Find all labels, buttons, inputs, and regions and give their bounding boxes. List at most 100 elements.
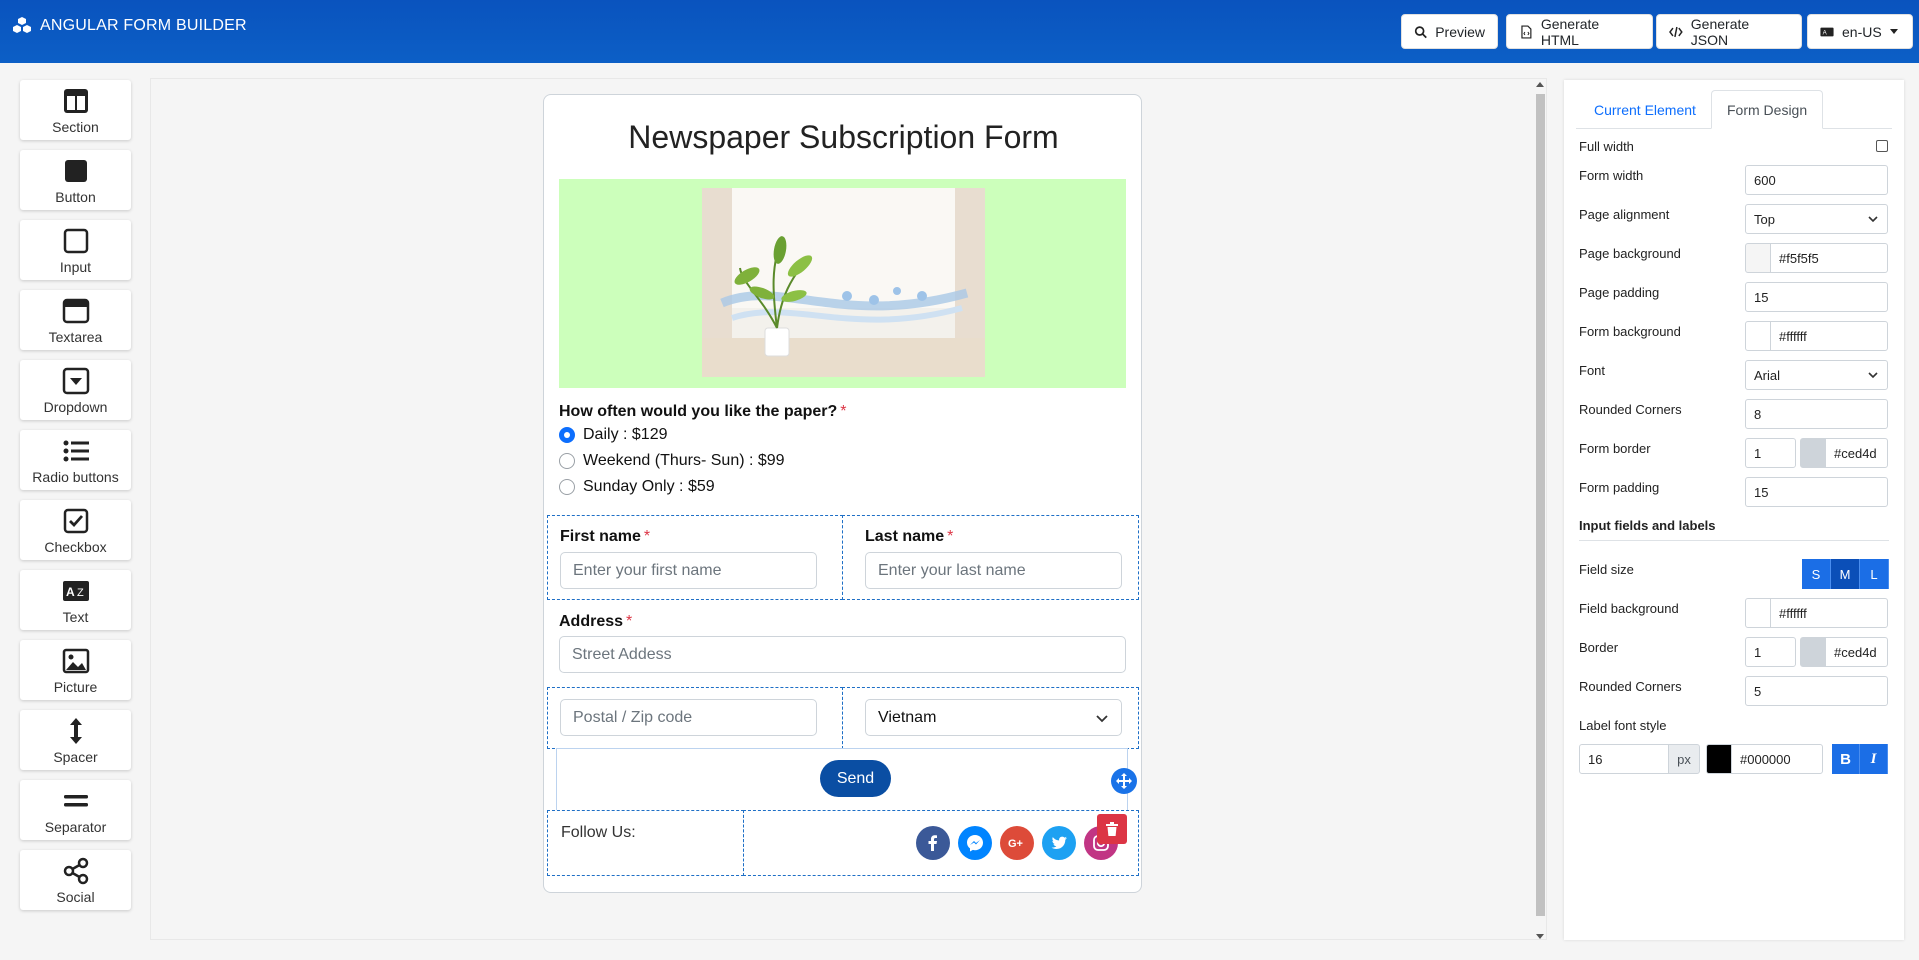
palette-label: Social xyxy=(56,889,95,905)
border-width-input[interactable]: 1 xyxy=(1745,637,1796,667)
google-plus-icon[interactable]: G+ xyxy=(1000,826,1034,860)
last-name-cell[interactable]: Last name * Enter your last name xyxy=(842,515,1139,600)
locale-dropdown[interactable]: A en-US xyxy=(1807,14,1913,49)
label-font-size-input[interactable]: 16 xyxy=(1579,744,1669,774)
twitter-icon[interactable] xyxy=(1042,826,1076,860)
font-label: Font xyxy=(1579,363,1606,378)
palette-picture[interactable]: Picture xyxy=(20,640,131,700)
font-select[interactable]: Arial xyxy=(1745,360,1888,390)
border-swatch[interactable] xyxy=(1800,637,1826,667)
form-title[interactable]: Newspaper Subscription Form xyxy=(544,119,1143,156)
border-width-value: 1 xyxy=(1754,644,1762,660)
preview-button[interactable]: Preview xyxy=(1401,14,1498,49)
country-select[interactable]: Vietnam xyxy=(865,699,1122,736)
palette-label: Picture xyxy=(53,679,98,695)
generate-html-button[interactable]: Generate HTML xyxy=(1506,14,1653,49)
label-color-swatch[interactable] xyxy=(1706,744,1732,774)
field-rounded-corners-input[interactable]: 5 xyxy=(1745,676,1888,706)
postal-cell[interactable]: Postal / Zip code xyxy=(547,687,843,749)
field-size-m-button[interactable]: M xyxy=(1831,559,1860,589)
palette-spacer[interactable]: Spacer xyxy=(20,710,131,770)
palette-separator[interactable]: Separator xyxy=(20,780,131,840)
field-background-value: #ffffff xyxy=(1779,605,1807,621)
label-color-input[interactable]: #000000 xyxy=(1731,744,1823,774)
rounded-corners-input[interactable]: 8 xyxy=(1745,399,1888,429)
generate-json-button[interactable]: Generate JSON xyxy=(1656,14,1802,49)
first-name-cell[interactable]: First name * Enter your first name xyxy=(547,515,843,600)
plant-picture xyxy=(702,188,985,377)
form-background-swatch[interactable] xyxy=(1745,321,1771,351)
page-background-input[interactable]: #f5f5f5 xyxy=(1770,243,1888,273)
language-icon: A xyxy=(1820,27,1834,36)
palette-section[interactable]: Section xyxy=(20,80,131,140)
radio-button[interactable] xyxy=(559,453,575,469)
scroll-up-arrow[interactable] xyxy=(1536,82,1544,87)
radio-option-weekend[interactable]: Weekend (Thurs- Sun) : $99 xyxy=(559,452,785,470)
palette-input[interactable]: Input xyxy=(20,220,131,280)
palette-textarea[interactable]: Textarea xyxy=(20,290,131,350)
follow-label-cell[interactable] xyxy=(547,810,744,876)
first-name-label-text: First name xyxy=(560,528,641,545)
radio-button[interactable] xyxy=(559,427,575,443)
field-rounded-corners-label: Rounded Corners xyxy=(1579,679,1682,694)
send-button[interactable]: Send xyxy=(820,760,891,797)
canvas-scrollbar[interactable] xyxy=(1534,82,1546,939)
label-color-value: #000000 xyxy=(1740,751,1791,767)
radio-option-sunday[interactable]: Sunday Only : $59 xyxy=(559,478,715,496)
first-name-input[interactable]: Enter your first name xyxy=(560,552,817,589)
full-width-checkbox[interactable] xyxy=(1876,140,1888,152)
street-address-input[interactable]: Street Addess xyxy=(559,636,1126,673)
border-color-value: #ced4d xyxy=(1834,644,1877,660)
radio-option-daily[interactable]: Daily : $129 xyxy=(559,426,668,444)
palette-dropdown[interactable]: Dropdown xyxy=(20,360,131,420)
form-preview: Newspaper Subscription Form How often wo… xyxy=(543,94,1142,893)
street-address-placeholder: Street Addess xyxy=(572,645,672,663)
last-name-input[interactable]: Enter your last name xyxy=(865,552,1122,589)
messenger-icon[interactable] xyxy=(958,826,992,860)
italic-button[interactable]: I xyxy=(1860,744,1888,774)
field-background-swatch[interactable] xyxy=(1745,598,1771,628)
form-border-color-value: #ced4d xyxy=(1834,445,1877,461)
field-size-s-button[interactable]: S xyxy=(1802,559,1831,589)
radio-button[interactable] xyxy=(559,479,575,495)
country-cell[interactable]: Vietnam xyxy=(842,687,1139,749)
page-background-swatch[interactable] xyxy=(1745,243,1771,273)
send-button-row[interactable]: Send xyxy=(556,748,1128,810)
radio-list-icon xyxy=(63,440,89,462)
field-size-l-button[interactable]: L xyxy=(1860,559,1889,589)
facebook-icon[interactable] xyxy=(916,826,950,860)
rounded-corners-value: 8 xyxy=(1754,406,1762,422)
move-handle[interactable] xyxy=(1111,768,1137,794)
page-alignment-value: Top xyxy=(1754,211,1775,227)
border-color-input[interactable]: #ced4d xyxy=(1825,637,1888,667)
bold-button[interactable]: B xyxy=(1832,744,1860,774)
field-background-input[interactable]: #ffffff xyxy=(1770,598,1888,628)
scroll-thumb[interactable] xyxy=(1536,94,1545,916)
last-name-placeholder: Enter your last name xyxy=(878,561,1026,579)
form-border-swatch[interactable] xyxy=(1800,438,1826,468)
country-value: Vietnam xyxy=(878,708,937,726)
form-padding-input[interactable]: 15 xyxy=(1745,477,1888,507)
form-border-width-input[interactable]: 1 xyxy=(1745,438,1796,468)
palette-text[interactable]: AZ Text xyxy=(20,570,131,630)
palette-button[interactable]: Button xyxy=(20,150,131,210)
required-asterisk: * xyxy=(840,403,847,420)
tab-form-design[interactable]: Form Design xyxy=(1711,90,1824,129)
rounded-corners-label: Rounded Corners xyxy=(1579,402,1682,417)
palette-radio-buttons[interactable]: Radio buttons xyxy=(20,430,131,490)
delete-element-button[interactable] xyxy=(1097,814,1127,844)
form-background-input[interactable]: #ffffff xyxy=(1770,321,1888,351)
postal-code-placeholder: Postal / Zip code xyxy=(573,708,693,726)
hero-picture[interactable] xyxy=(559,179,1126,388)
page-padding-input[interactable]: 15 xyxy=(1745,282,1888,312)
scroll-down-arrow[interactable] xyxy=(1536,934,1544,939)
form-width-input[interactable]: 600 xyxy=(1745,165,1888,195)
form-border-color-input[interactable]: #ced4d xyxy=(1825,438,1888,468)
palette-social[interactable]: Social xyxy=(20,850,131,910)
field-size-toggle: S M L xyxy=(1802,559,1889,589)
postal-code-input[interactable]: Postal / Zip code xyxy=(560,699,817,736)
tab-current-element[interactable]: Current Element xyxy=(1579,90,1711,129)
svg-text:Z: Z xyxy=(77,587,84,599)
page-alignment-select[interactable]: Top xyxy=(1745,204,1888,234)
palette-checkbox[interactable]: Checkbox xyxy=(20,500,131,560)
